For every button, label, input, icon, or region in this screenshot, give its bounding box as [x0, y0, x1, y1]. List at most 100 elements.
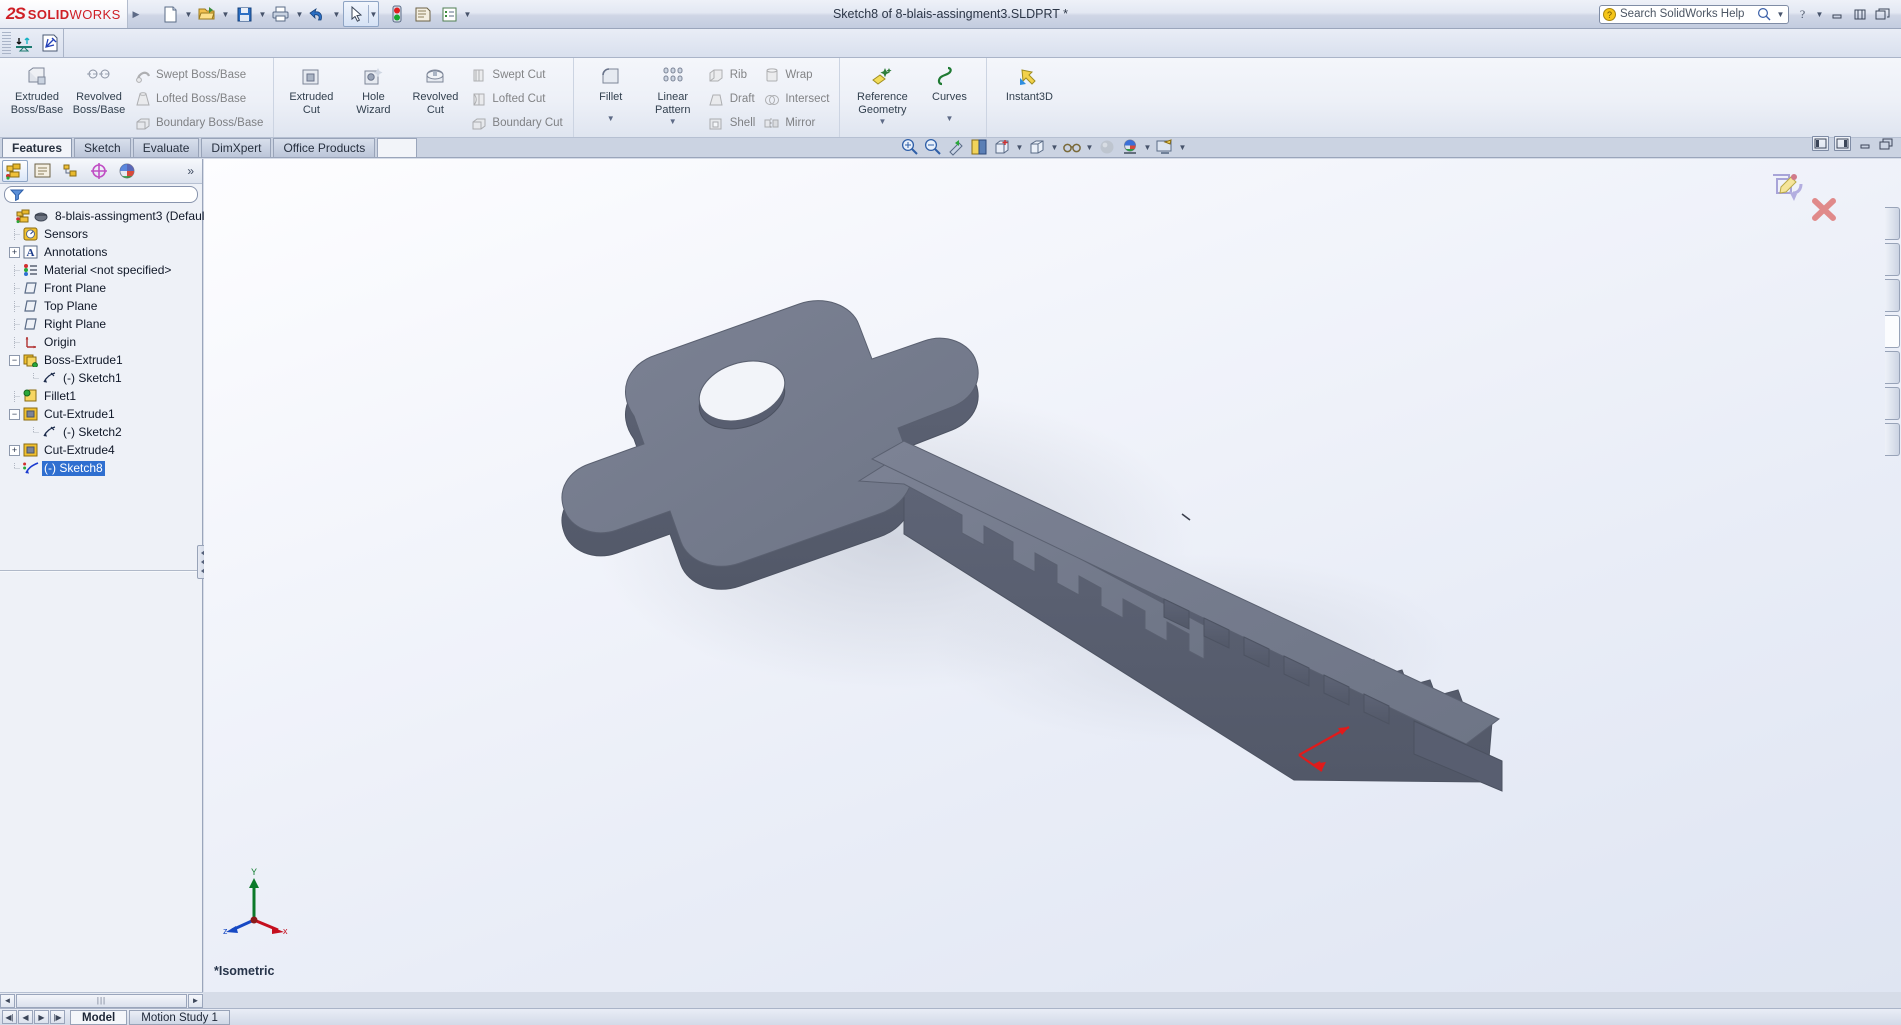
glasses-icon[interactable] — [1062, 137, 1082, 157]
configuration-manager-icon[interactable] — [58, 160, 84, 182]
save-disk-icon[interactable] — [232, 2, 256, 26]
hole-wizard-button[interactable]: Hole Wizard — [342, 60, 404, 116]
scene-ball-icon[interactable] — [1120, 137, 1140, 157]
chevron-down-icon[interactable]: ▼ — [642, 116, 704, 129]
tab-evaluate[interactable]: Evaluate — [132, 138, 200, 157]
tree-item-annotations[interactable]: + A Annotations — [2, 243, 202, 261]
dimxpert-manager-icon[interactable] — [86, 160, 112, 182]
prev-tab-button[interactable]: ◀ — [18, 1010, 33, 1024]
solidworks-resources-tab[interactable] — [1885, 207, 1900, 240]
tree-item-sketch1[interactable]: (-) Sketch1 — [2, 369, 202, 387]
chevron-down-icon[interactable]: ▼ — [1015, 143, 1024, 152]
last-tab-button[interactable]: |▶ — [50, 1010, 65, 1024]
intersect-button[interactable]: Intersect — [759, 87, 833, 111]
help-icon[interactable]: ? — [1792, 5, 1812, 23]
insert-plane-icon[interactable] — [11, 31, 37, 56]
chevron-down-icon[interactable]: ▼ — [918, 113, 980, 126]
boundary-cut-button[interactable]: Boundary Cut — [466, 111, 566, 135]
scroll-left-arrow[interactable]: ◄ — [0, 993, 15, 1008]
zoom-fit-icon[interactable] — [900, 137, 920, 157]
mirror-button[interactable]: Mirror — [759, 111, 833, 135]
display-manager-icon[interactable] — [114, 160, 140, 182]
chevron-down-icon[interactable]: ▼ — [1178, 143, 1187, 152]
gear-document-icon[interactable] — [411, 2, 435, 26]
file-explorer-tab[interactable] — [1885, 279, 1900, 312]
tab-features[interactable]: Features — [2, 138, 73, 157]
curves-button[interactable]: Curves ▼ — [918, 60, 980, 125]
previous-view-icon[interactable] — [946, 137, 966, 157]
chevron-down-icon[interactable]: ▼ — [295, 10, 304, 19]
view-palette-tab[interactable] — [1885, 315, 1900, 348]
chevron-down-icon[interactable]: ▼ — [184, 10, 193, 19]
menu-expand-arrow[interactable]: ▶ — [128, 9, 144, 20]
boundary-boss-base-button[interactable]: Boundary Boss/Base — [130, 111, 267, 135]
swept-boss-base-button[interactable]: Swept Boss/Base — [130, 63, 267, 87]
chevron-down-icon[interactable]: ▼ — [369, 10, 378, 19]
rib-button[interactable]: Rib — [704, 63, 760, 87]
tree-item-front-plane[interactable]: Front Plane — [2, 279, 202, 297]
toolbar-grip[interactable] — [2, 32, 11, 54]
restore-icon[interactable] — [1850, 5, 1870, 23]
tree-item-sketch8[interactable]: (-) Sketch8 — [2, 459, 202, 477]
tree-item-cut-extrude1[interactable]: − Cut-Extrude1 — [2, 405, 202, 423]
chevron-down-icon[interactable]: ▼ — [221, 10, 230, 19]
tree-item-material[interactable]: Material <not specified> — [2, 261, 202, 279]
lofted-boss-base-button[interactable]: Lofted Boss/Base — [130, 87, 267, 111]
printer-icon[interactable] — [269, 2, 293, 26]
key-part-3d[interactable] — [204, 159, 1901, 992]
revolved-cut-button[interactable]: Revolved Cut — [404, 60, 466, 116]
scroll-right-arrow[interactable]: ► — [188, 993, 203, 1008]
chevron-down-icon[interactable]: ▼ — [1085, 143, 1094, 152]
design-library-tab[interactable] — [1885, 243, 1900, 276]
custom-properties-tab[interactable] — [1885, 387, 1900, 420]
linear-pattern-button[interactable]: Linear Pattern ▼ — [642, 60, 704, 129]
dock-right-icon[interactable] — [1834, 136, 1851, 151]
sphere-appearance-icon[interactable] — [1097, 137, 1117, 157]
chevron-down-icon[interactable]: ▼ — [1776, 10, 1785, 19]
tab-sketch[interactable]: Sketch — [74, 138, 131, 157]
checklist-icon[interactable] — [437, 2, 461, 26]
tab-dimxpert[interactable]: DimXpert — [201, 138, 272, 157]
sw-forum-tab[interactable] — [1885, 423, 1900, 456]
wrap-button[interactable]: Wrap — [759, 63, 833, 87]
view-settings-icon[interactable] — [1155, 137, 1175, 157]
section-view-icon[interactable] — [969, 137, 989, 157]
zoom-area-icon[interactable] — [923, 137, 943, 157]
revolved-boss-base-button[interactable]: Revolved Boss/Base — [68, 60, 130, 116]
instant3d-button[interactable]: Instant3D — [993, 60, 1065, 104]
fillet-button[interactable]: Fillet ▼ — [580, 60, 642, 125]
chevron-down-icon[interactable]: ▼ — [463, 10, 472, 19]
minimize-document-icon[interactable] — [1856, 136, 1873, 151]
chevron-down-icon[interactable]: ▼ — [1050, 143, 1059, 152]
tree-item-boss-extrude1[interactable]: − Boss-Extrude1 — [2, 351, 202, 369]
tree-item-cut-extrude4[interactable]: + Cut-Extrude4 — [2, 441, 202, 459]
chevron-down-icon[interactable]: ▼ — [580, 113, 642, 126]
feature-tree-icon[interactable] — [2, 160, 28, 182]
dock-left-icon[interactable] — [1812, 136, 1829, 151]
appearances-scenes-tab[interactable] — [1885, 351, 1900, 384]
tree-item-top-plane[interactable]: Top Plane — [2, 297, 202, 315]
graphics-area[interactable]: Y z x *Isometric — [204, 159, 1901, 992]
feature-tree-filter-input[interactable] — [4, 186, 198, 203]
tab-office-products[interactable]: Office Products — [273, 138, 376, 157]
chevron-down-icon[interactable]: ▼ — [1143, 143, 1152, 152]
feature-tree-horizontal-scrollbar[interactable]: ◄ ||| ► — [0, 992, 203, 1008]
bottom-tab-model[interactable]: Model — [70, 1009, 128, 1025]
view-orientation-icon[interactable] — [992, 137, 1012, 157]
tree-item-sketch2[interactable]: (-) Sketch2 — [2, 423, 202, 441]
tree-item-part[interactable]: 8-blais-assingment3 (Default< — [2, 207, 215, 225]
tree-item-right-plane[interactable]: Right Plane — [2, 315, 202, 333]
property-manager-icon[interactable] — [30, 160, 56, 182]
tree-expand-plus[interactable]: + — [9, 246, 20, 258]
close-document-icon[interactable] — [1873, 5, 1893, 23]
chevron-down-icon[interactable]: ▼ — [258, 10, 267, 19]
tab-overflow[interactable] — [377, 138, 418, 157]
chevron-down-icon[interactable]: ▼ — [846, 116, 918, 129]
undo-arrow-icon[interactable] — [306, 2, 330, 26]
tree-item-fillet1[interactable]: Fillet1 — [2, 387, 202, 405]
open-folder-icon[interactable] — [195, 2, 219, 26]
tree-item-origin[interactable]: Origin — [2, 333, 202, 351]
chevron-down-icon[interactable]: ▼ — [1815, 10, 1824, 19]
bottom-tab-motion-study[interactable]: Motion Study 1 — [129, 1009, 230, 1025]
select-tool-split-button[interactable]: ▼ — [343, 1, 379, 27]
